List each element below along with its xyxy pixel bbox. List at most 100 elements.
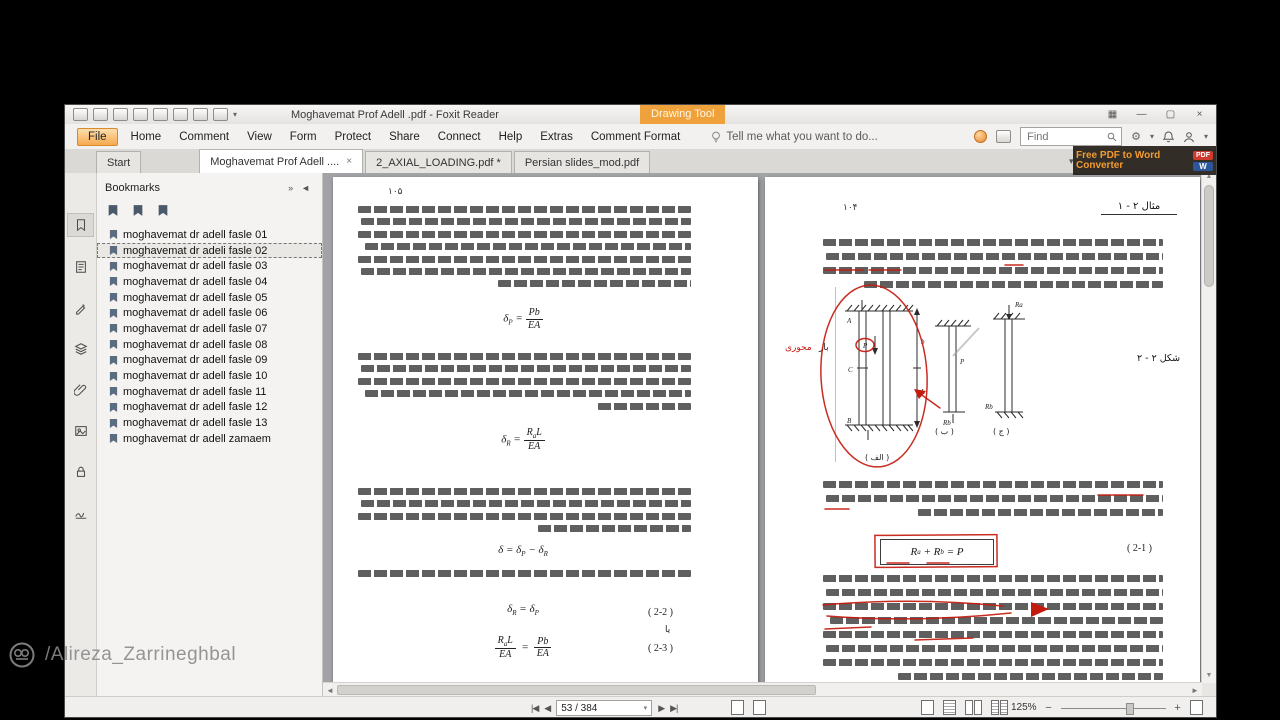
figure-sub-label-b: ( ب ) — [935, 427, 954, 436]
find-box[interactable] — [1020, 127, 1123, 146]
window-title: Moghavemat Prof Adell .pdf - Foxit Reade… — [291, 108, 499, 121]
security-lock-panel-icon[interactable] — [68, 461, 93, 483]
bookmark-item[interactable]: moghavemat dr adell fasle 04 — [97, 274, 322, 290]
minimize-button[interactable]: — — [1127, 105, 1156, 123]
tab-persian-slides[interactable]: Persian slides_mod.pdf — [513, 151, 651, 173]
settings-gear-icon[interactable]: ⚙ — [1131, 130, 1141, 143]
menu-form[interactable]: Form — [281, 128, 326, 146]
scroll-down-icon[interactable]: ▼ — [1202, 672, 1216, 683]
search-icon[interactable] — [1107, 132, 1117, 142]
vertical-scrollbar-thumb[interactable] — [1204, 185, 1214, 287]
svg-text:P: P — [862, 342, 868, 350]
email-icon[interactable] — [113, 108, 128, 121]
bookmark-item[interactable]: moghavemat dr adell fasle 03 — [97, 258, 322, 274]
menu-file[interactable]: File — [77, 127, 118, 146]
zoom-out-icon[interactable]: − — [1044, 702, 1054, 714]
page-thumbnails-panel-icon[interactable] — [68, 256, 93, 278]
bookmarks-collapse-panel-icon[interactable]: ◄ — [297, 183, 314, 193]
scroll-left-icon[interactable]: ◄ — [323, 686, 337, 695]
menu-connect[interactable]: Connect — [429, 128, 490, 146]
menu-comment-format[interactable]: Comment Format — [582, 128, 689, 146]
print-icon[interactable] — [133, 108, 148, 121]
menu-view[interactable]: View — [238, 128, 281, 146]
bookmark-item[interactable]: moghavemat dr adell fasle 06 — [97, 305, 322, 321]
previous-view-icon[interactable] — [731, 700, 744, 715]
horizontal-scrollbar[interactable]: ◄ ► — [323, 682, 1202, 697]
fit-page-icon[interactable] — [1189, 700, 1203, 715]
open-file-icon[interactable] — [73, 108, 88, 121]
ad-line2: Converter — [1076, 159, 1124, 171]
vertical-scrollbar[interactable]: ▲ ▼ — [1201, 173, 1216, 683]
expand-all-bookmarks-icon[interactable] — [157, 204, 169, 217]
pdf-to-word-ad[interactable]: Free PDF to Word Converter PDF W — [1073, 146, 1216, 175]
example-heading: مثال ۲ - ۱ — [1101, 201, 1177, 215]
bookmark-item[interactable]: moghavemat dr adell fasle 09 — [97, 353, 322, 369]
tell-me-box[interactable]: Tell me what you want to do... — [711, 131, 878, 143]
bookmark-item[interactable]: moghavemat dr adell fasle 13 — [97, 415, 322, 431]
hand-tool-icon[interactable] — [213, 108, 228, 121]
attachments-panel-icon[interactable] — [68, 379, 93, 401]
user-caret-icon[interactable]: ▾ — [1204, 132, 1208, 141]
apps-grid-icon[interactable]: ▦ — [1098, 105, 1127, 123]
page-number-input[interactable]: 53 / 384 ▾ — [556, 700, 653, 716]
horizontal-scrollbar-thumb[interactable] — [337, 685, 816, 695]
next-page-icon[interactable]: ▶ — [658, 703, 665, 714]
bookmark-item[interactable]: moghavemat dr adell fasle 12 — [97, 400, 322, 416]
notification-bell-icon[interactable] — [1162, 130, 1174, 143]
facing-view-icon[interactable] — [965, 700, 982, 715]
menu-help[interactable]: Help — [490, 128, 532, 146]
tab-start[interactable]: Start — [96, 151, 142, 173]
foxit-orb-icon[interactable] — [974, 130, 988, 143]
zoom-in-icon[interactable]: + — [1173, 702, 1183, 714]
bookmark-item[interactable]: moghavemat dr adell fasle 01 — [97, 227, 322, 243]
bookmark-item-selected[interactable]: moghavemat dr adeli fasle 02 — [97, 242, 322, 259]
zoom-slider-thumb[interactable] — [1125, 702, 1134, 715]
typewriter-icon[interactable] — [996, 130, 1012, 143]
redo-icon[interactable] — [173, 108, 188, 121]
annotations-panel-icon[interactable] — [68, 297, 93, 319]
bookmark-item[interactable]: moghavemat dr adell zamaem — [97, 431, 322, 447]
bookmarks-expand-icon[interactable]: » — [284, 183, 297, 193]
customize-toolbar-caret-icon[interactable]: ▾ — [233, 110, 237, 119]
settings-caret-icon[interactable]: ▾ — [1150, 132, 1154, 141]
previous-page-icon[interactable]: ◀ — [544, 703, 551, 714]
continuous-facing-view-icon[interactable] — [991, 700, 1008, 715]
bookmark-item[interactable]: moghavemat dr adell fasle 05 — [97, 290, 322, 306]
stamps-panel-icon[interactable] — [68, 420, 93, 442]
signature-panel-icon[interactable] — [68, 502, 93, 524]
tab-close-icon[interactable]: × — [346, 156, 352, 167]
undo-icon[interactable] — [153, 108, 168, 121]
bookmarks-panel-icon[interactable] — [67, 213, 94, 237]
find-input[interactable] — [1025, 129, 1104, 144]
figure-sub-label-a: ( الف ) — [865, 453, 890, 462]
menu-comment[interactable]: Comment — [170, 128, 238, 146]
menu-extras[interactable]: Extras — [531, 128, 582, 146]
bookmark-actions-icon[interactable] — [132, 204, 144, 217]
layers-panel-icon[interactable] — [68, 338, 93, 360]
continuous-view-icon[interactable] — [943, 700, 956, 715]
save-icon[interactable] — [93, 108, 108, 121]
scroll-right-icon[interactable]: ► — [1188, 686, 1202, 695]
menu-protect[interactable]: Protect — [326, 128, 380, 146]
zoom-percentage[interactable]: 125% — [1011, 702, 1037, 713]
bookmark-item[interactable]: moghavemat dr adell fasle 07 — [97, 321, 322, 337]
tab-moghavemat[interactable]: Moghavemat Prof Adell .... × — [199, 149, 364, 173]
tab-axial-loading[interactable]: 2_AXIAL_LOADING.pdf * — [365, 151, 512, 173]
first-page-icon[interactable]: |◀ — [531, 703, 539, 714]
menu-home[interactable]: Home — [122, 128, 171, 146]
snapshot-icon[interactable] — [193, 108, 208, 121]
bookmark-item[interactable]: moghavemat dr adell fasle 08 — [97, 337, 322, 353]
page-spinner-icon[interactable]: ▾ — [644, 704, 648, 712]
menu-share[interactable]: Share — [380, 128, 429, 146]
last-page-icon[interactable]: ▶| — [670, 703, 678, 714]
zoom-slider[interactable] — [1060, 701, 1166, 715]
user-account-icon[interactable] — [1183, 131, 1195, 143]
bookmark-item[interactable]: moghavemat dr adell fasle 11 — [97, 384, 322, 400]
single-page-view-icon[interactable] — [921, 700, 934, 715]
new-bookmark-icon[interactable] — [107, 204, 119, 217]
close-button[interactable]: × — [1185, 105, 1214, 123]
next-view-icon[interactable] — [753, 700, 766, 715]
bookmark-item[interactable]: moghavemat dr adell fasle 10 — [97, 368, 322, 384]
document-pane: ۱۰۵ δP = Pb EA δR = RaL EA δ = δP − δR δ… — [323, 173, 1216, 697]
maximize-button[interactable]: ▢ — [1156, 105, 1185, 123]
